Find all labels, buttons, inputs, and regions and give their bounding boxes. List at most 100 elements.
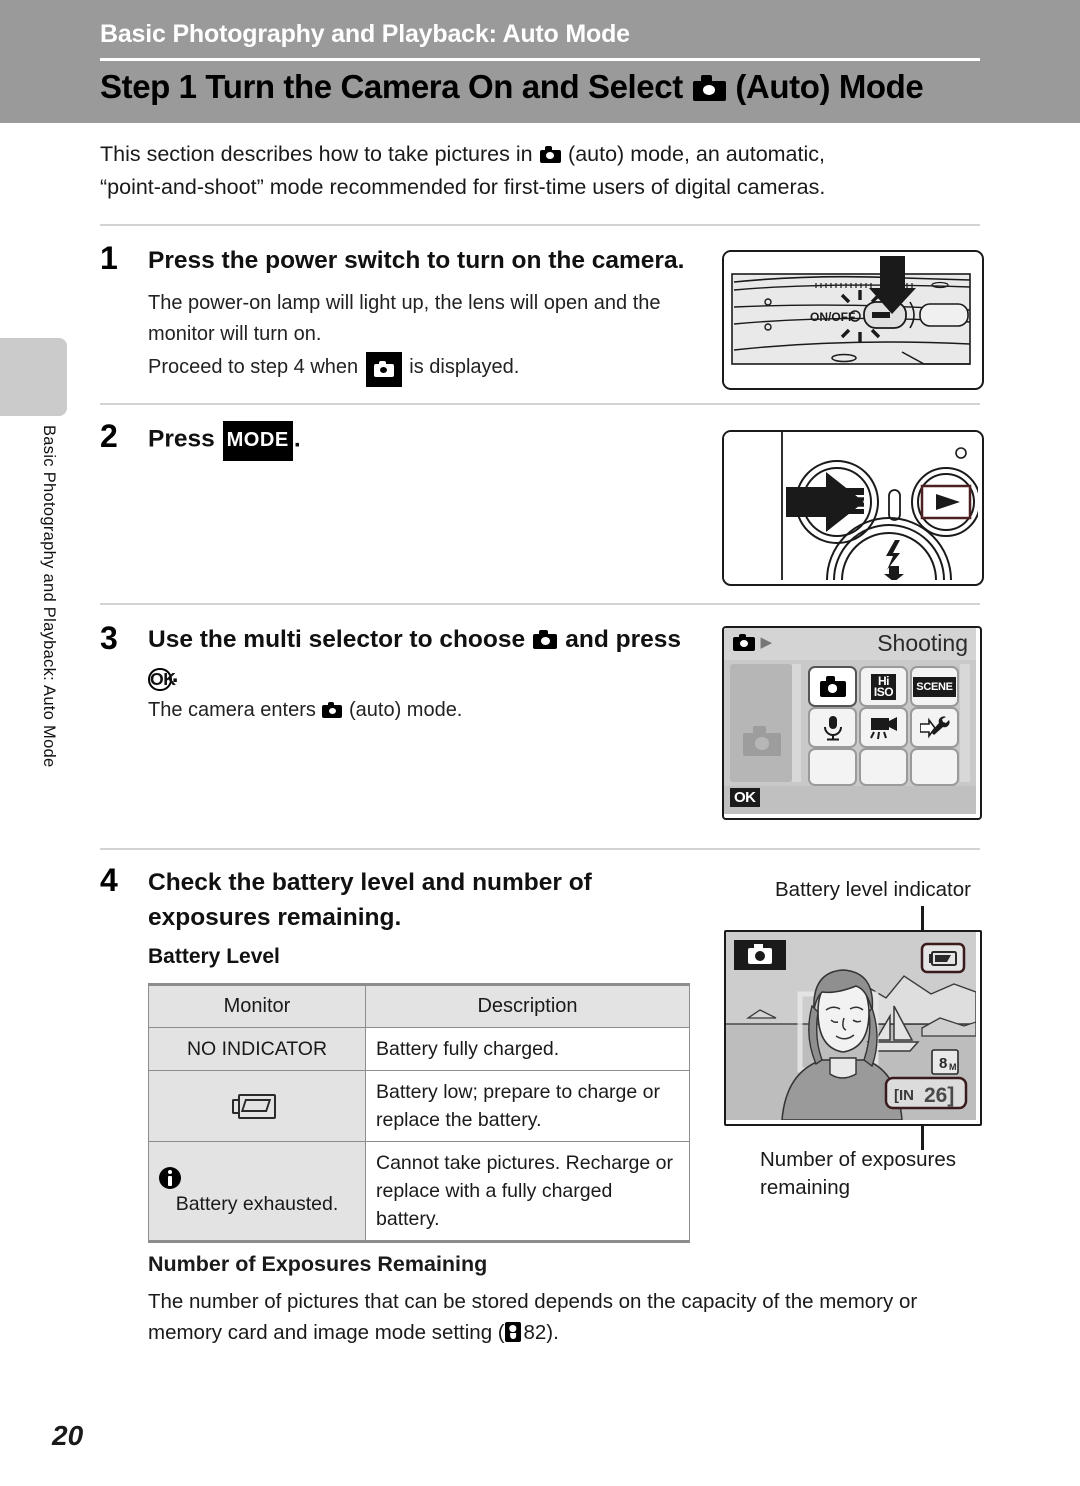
intro-line2: “point-and-shoot” mode recommended for f… (100, 175, 826, 199)
exposures-remaining-text: The number of pictures that can be store… (148, 1286, 978, 1348)
camera-icon (692, 74, 726, 101)
step-3-number: 3 (100, 620, 118, 656)
menu-tile-high-iso-mode[interactable]: Hi ISO (859, 666, 908, 707)
step-2-heading: Press MODE. (148, 421, 708, 461)
step-divider-4 (100, 848, 980, 850)
step-3-heading-c: . (171, 661, 179, 688)
table-header-row: Monitor Description (148, 983, 690, 1028)
svg-text:[IN: [IN (894, 1087, 914, 1104)
microphone-icon (823, 715, 842, 740)
exposures-text-b: ). (546, 1321, 559, 1344)
svg-text:ON/OFF: ON/OFF (810, 310, 855, 324)
step-divider-3 (100, 603, 980, 605)
hi-iso-icon: Hi ISO (870, 673, 897, 700)
chevron-right-icon: ▶ (760, 634, 772, 651)
svg-text:26]: 26] (924, 1084, 954, 1107)
step-4-heading: Check the battery level and number of ex… (148, 869, 592, 931)
step-1-body-1: The power-on lamp will light up, the len… (148, 292, 661, 345)
intro-paragraph: This section describes how to take pictu… (100, 138, 980, 204)
step-1-body-2-a: Proceed to step 4 when (148, 356, 364, 378)
step-divider-1 (100, 224, 980, 226)
battery-monitor-cell: Battery exhausted. (148, 1141, 366, 1243)
auto-mode-indicator-icon (365, 352, 402, 387)
shooting-menu-title: Shooting (877, 630, 968, 656)
menu-tile-setup-mode[interactable] (910, 707, 959, 748)
intro-line1-b: (auto) mode, an automatic, (562, 142, 825, 166)
menu-tile-empty-1[interactable] (808, 748, 857, 786)
current-mode-icon: ▶ (732, 633, 772, 654)
camera-top-power-switch-drawing: ON/OFF (724, 252, 978, 384)
side-running-head: Basic Photography and Playback: Auto Mod… (40, 425, 58, 768)
page-title: Step 1 Turn the Camera On and Select (Au… (100, 68, 924, 106)
battery-monitor-cell (148, 1070, 366, 1142)
camera-back-mode-button-drawing: MODE (724, 432, 981, 582)
camera-icon (532, 629, 558, 649)
menu-tile-empty-3[interactable] (910, 748, 959, 786)
callout-battery-level-indicator: Battery level indicator (775, 878, 971, 901)
battery-monitor-label: Battery exhausted. (175, 1193, 339, 1215)
table-row: Battery low; prepare to charge or replac… (148, 1070, 690, 1142)
camera-icon (819, 676, 846, 697)
menu-tile-scene-mode[interactable]: SCENE (910, 666, 959, 707)
step-2-illustration: MODE (722, 430, 984, 586)
step-3-heading-b: and press (558, 626, 681, 653)
menu-tile-movie-mode[interactable] (859, 707, 908, 748)
step-3-heading: Use the multi selector to choose and pre… (148, 622, 700, 692)
svg-text:8: 8 (939, 1055, 947, 1072)
chapter-title: Basic Photography and Playback: Auto Mod… (100, 20, 630, 48)
battery-level-subheading: Battery Level (148, 945, 280, 968)
step-1-body-2: Proceed to step 4 when is displayed. (148, 352, 688, 387)
table-row: Battery exhausted. Cannot take pictures.… (148, 1141, 690, 1243)
exposures-remaining-heading: Number of Exposures Remaining (148, 1252, 488, 1276)
shooting-menu-preview-panel (730, 664, 792, 782)
intro-line1-a: This section describes how to take pictu… (100, 142, 539, 166)
movie-camera-icon (869, 716, 897, 739)
step-divider-2 (100, 403, 980, 405)
column-header-description: Description (365, 983, 690, 1028)
battery-description-cell: Cannot take pictures. Recharge or replac… (365, 1141, 690, 1243)
step-3-body-b: (auto) mode. (343, 699, 463, 721)
menu-scrollbar[interactable] (960, 664, 970, 782)
exposures-ref-page: 82 (523, 1321, 547, 1344)
step-3-heading-a: Use the multi selector to choose (148, 626, 532, 653)
header-divider (100, 58, 980, 61)
preview-camera-icon (742, 726, 782, 758)
battery-monitor-cell: NO INDICATOR (148, 1027, 366, 1071)
battery-description-cell: Battery low; prepare to charge or replac… (365, 1070, 690, 1142)
step-2-number: 2 (100, 418, 118, 454)
low-battery-icon (232, 1093, 276, 1119)
column-header-monitor: Monitor (148, 983, 366, 1028)
menu-scroll-left (792, 664, 801, 782)
page-title-pre: Step 1 Turn the Camera On and Select (100, 68, 692, 105)
shooting-menu-bottombar (724, 786, 976, 814)
wrench-icon (919, 715, 950, 738)
reference-icon (504, 1322, 522, 1342)
step-3-body-a: The camera enters (148, 699, 322, 721)
menu-tile-empty-2[interactable] (859, 748, 908, 786)
step-2-heading-a: Press (148, 425, 222, 453)
step-1-illustration: ON/OFF (722, 250, 984, 390)
page-number: 20 (52, 1420, 84, 1451)
step-4-number: 4 (100, 862, 118, 898)
mode-button-key: MODE (222, 421, 293, 461)
menu-tile-voice-recording-mode[interactable] (808, 707, 857, 748)
scene-icon: SCENE (913, 676, 956, 697)
step-2-heading-b: . (293, 425, 301, 453)
section-thumb-tab (0, 338, 67, 416)
ok-badge[interactable]: OK (730, 788, 760, 807)
callout-number-of-exposures: Number of exposures remaining (760, 1148, 956, 1199)
svg-text:M: M (949, 1062, 957, 1072)
warning-icon (159, 1166, 181, 1189)
step-1-heading: Press the power switch to turn on the ca… (148, 247, 685, 274)
step-3-body: The camera enters (auto) mode. (148, 695, 688, 726)
battery-level-table: Monitor Description NO INDICATOR Battery… (148, 983, 690, 1243)
step-1-number: 1 (100, 240, 118, 276)
shooting-menu-screen: ▶ Shooting Hi ISO SCENE OK (724, 628, 976, 814)
monitor-preview-illustration: 8 M [IN 26] (724, 930, 982, 1126)
menu-tile-auto-mode[interactable] (808, 666, 857, 707)
step-1-body-2-b: is displayed. (403, 356, 520, 378)
page-title-post: (Auto) Mode (726, 68, 924, 105)
shooting-monitor-drawing: 8 M [IN 26] (726, 932, 977, 1121)
battery-description-cell: Battery fully charged. (365, 1027, 690, 1071)
ok-button-key: OK (148, 667, 176, 692)
